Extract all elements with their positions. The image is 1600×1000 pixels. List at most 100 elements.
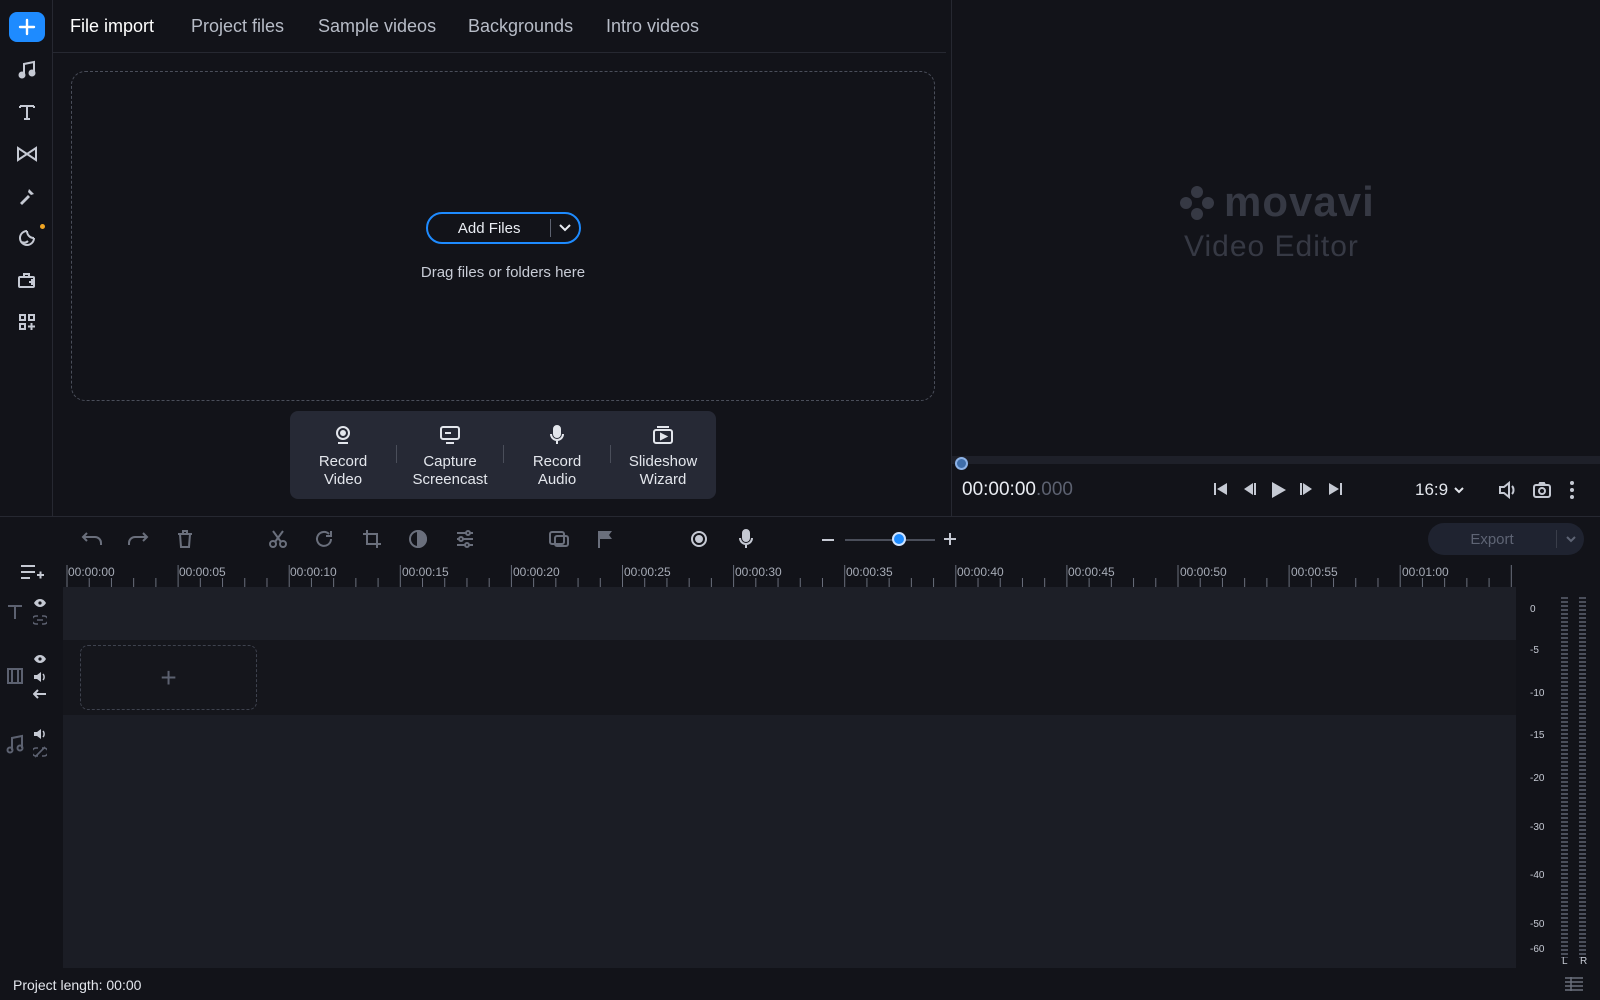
db-label: -60 — [1530, 944, 1545, 955]
microphone-icon — [504, 425, 610, 447]
zoom-slider-handle[interactable] — [892, 532, 906, 546]
product-name: Video Editor — [1184, 230, 1359, 263]
left-channel-label: L — [1562, 956, 1568, 967]
cut-icon[interactable] — [268, 529, 288, 549]
magic-wand-icon[interactable] — [9, 181, 45, 211]
undo-icon[interactable] — [80, 529, 104, 549]
delete-icon[interactable] — [176, 529, 194, 549]
ruler-label: 00:00:25 — [624, 565, 671, 579]
tab-intro-videos[interactable]: Intro videos — [606, 16, 699, 37]
chevron-down-icon — [1454, 486, 1464, 494]
ruler-label: 00:00:30 — [735, 565, 782, 579]
clip-properties-icon[interactable] — [455, 529, 475, 549]
scrubber-handle[interactable] — [955, 457, 968, 470]
ruler-label: 00:00:45 — [1068, 565, 1115, 579]
volume-icon[interactable] — [1497, 480, 1519, 500]
rotate-icon[interactable] — [314, 529, 334, 549]
text-icon[interactable] — [9, 97, 45, 127]
link-icon[interactable] — [33, 615, 47, 625]
db-label: -40 — [1530, 870, 1545, 881]
record-audio-button[interactable]: Record Audio — [504, 411, 610, 499]
previous-frame-icon[interactable] — [1240, 480, 1258, 498]
screen-capture-icon — [397, 425, 503, 447]
video-track[interactable]: + — [63, 640, 1516, 715]
skip-to-start-icon[interactable] — [1212, 480, 1230, 498]
zoom-slider[interactable] — [845, 539, 935, 541]
zoom-in-icon[interactable] — [943, 532, 957, 546]
more-options-icon[interactable] — [1569, 480, 1575, 500]
unlink-icon[interactable] — [33, 746, 47, 758]
aspect-ratio-dropdown[interactable]: 16:9 — [1415, 480, 1464, 500]
next-frame-icon[interactable] — [1298, 480, 1316, 498]
right-channel-bar — [1579, 597, 1586, 958]
overlay-icon[interactable] — [548, 529, 570, 549]
capture-screencast-button[interactable]: Capture Screencast — [397, 411, 503, 499]
ruler-label: 00:00:00 — [68, 565, 115, 579]
slideshow-wizard-label-1: Slideshow — [628, 453, 698, 470]
add-clip-placeholder[interactable]: + — [80, 645, 257, 710]
add-track-icon[interactable] — [20, 563, 44, 581]
plus-icon: + — [160, 661, 177, 693]
capture-screencast-label-2: Screencast — [412, 471, 488, 488]
audio-level-meter: 0 -5 -10 -15 -20 -30 -40 -50 -60 L R — [1516, 587, 1600, 968]
webcam-icon[interactable] — [689, 529, 709, 549]
color-adjust-icon[interactable] — [408, 529, 428, 549]
ruler-label: 00:00:40 — [957, 565, 1004, 579]
aspect-ratio-value: 16:9 — [1415, 480, 1449, 499]
add-files-button[interactable]: Add Files — [426, 212, 581, 244]
eye-icon[interactable] — [33, 654, 47, 664]
ruler-label: 00:00:50 — [1180, 565, 1227, 579]
ripple-arrow-icon[interactable] — [33, 689, 47, 699]
slideshow-wizard-button[interactable]: Slideshow Wizard — [610, 411, 716, 499]
record-audio-label-1: Record — [532, 453, 582, 470]
slideshow-wizard-label-2: Wizard — [639, 471, 687, 488]
speaker-icon[interactable] — [33, 728, 47, 740]
chevron-down-icon[interactable] — [1557, 535, 1584, 543]
db-label: -20 — [1530, 773, 1545, 784]
crop-icon[interactable] — [362, 529, 382, 549]
snapshot-camera-icon[interactable] — [1532, 480, 1552, 500]
zoom-out-icon[interactable] — [821, 538, 835, 542]
more-tools-icon[interactable] — [9, 307, 45, 337]
status-bar: Project length: 00:00 — [0, 968, 1600, 1000]
file-drop-zone[interactable]: Add Files Drag files or folders here — [71, 71, 935, 401]
record-video-label-2: Video — [323, 471, 363, 488]
speaker-icon[interactable] — [33, 671, 47, 683]
tab-project-files[interactable]: Project files — [191, 16, 284, 37]
tab-backgrounds[interactable]: Backgrounds — [468, 16, 573, 37]
marker-flag-icon[interactable] — [596, 529, 614, 549]
timeline-ruler[interactable]: 00:00:00 00:00:05 00:00:10 00:00:15 00:0… — [63, 561, 1516, 587]
text-track[interactable] — [63, 587, 1516, 640]
db-label: -15 — [1530, 730, 1545, 741]
timeline-toolbar: Export — [0, 516, 1600, 561]
ruler-label: 00:01:00 — [1402, 565, 1449, 579]
skip-to-end-icon[interactable] — [1326, 480, 1344, 498]
preview-scrubber[interactable] — [952, 456, 1600, 464]
music-note-icon[interactable] — [9, 55, 45, 85]
eye-icon[interactable] — [33, 598, 47, 608]
drag-hint: Drag files or folders here — [420, 264, 586, 281]
timecode: 00:00:00.000 — [962, 479, 1073, 501]
microphone-icon[interactable] — [737, 529, 755, 549]
tab-sample-videos[interactable]: Sample videos — [318, 16, 436, 37]
ruler-label: 00:00:35 — [846, 565, 893, 579]
transitions-icon[interactable] — [9, 139, 45, 169]
audio-track[interactable] — [63, 715, 1516, 968]
tab-file-import[interactable]: File import — [70, 16, 154, 37]
ruler-label: 00:00:05 — [179, 565, 226, 579]
import-tabs: File import Project files Sample videos … — [53, 0, 946, 53]
brand-name: movavi — [1224, 178, 1375, 225]
ruler-label: 00:00:20 — [513, 565, 560, 579]
plus-icon[interactable] — [9, 12, 45, 42]
record-video-button[interactable]: Record Video — [290, 411, 396, 499]
movavi-logo-icon — [1177, 183, 1217, 223]
right-channel-label: R — [1580, 956, 1588, 967]
play-icon[interactable] — [1268, 480, 1288, 500]
add-files-label: Add Files — [457, 219, 521, 237]
ruler-label: 00:00:15 — [402, 565, 449, 579]
store-icon[interactable] — [9, 265, 45, 295]
chevron-down-icon[interactable] — [551, 224, 579, 232]
export-button[interactable]: Export — [1428, 523, 1584, 555]
layout-toggle-icon[interactable] — [1564, 976, 1584, 992]
redo-icon[interactable] — [126, 529, 150, 549]
